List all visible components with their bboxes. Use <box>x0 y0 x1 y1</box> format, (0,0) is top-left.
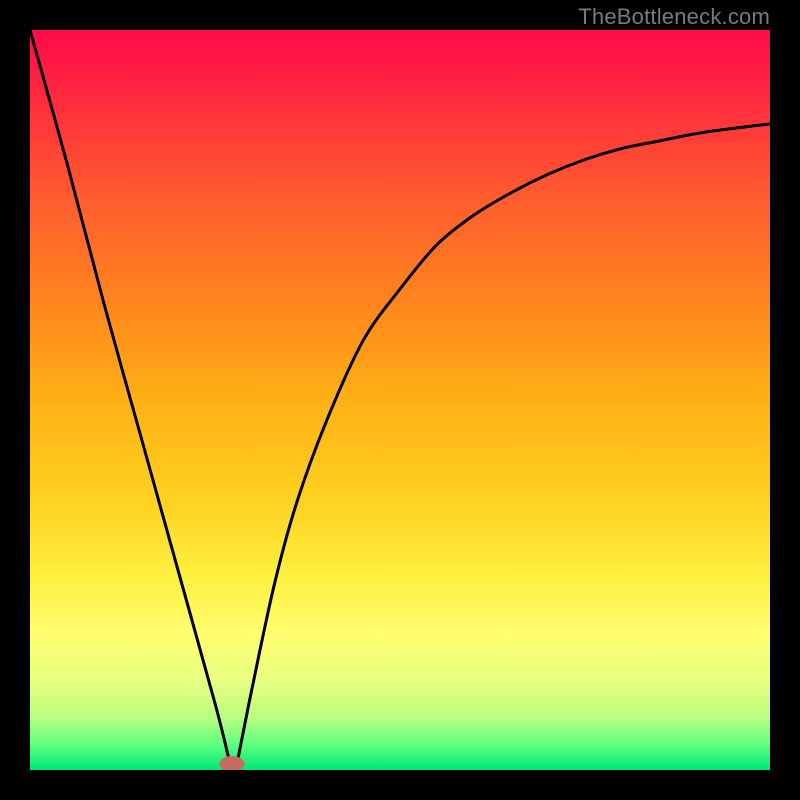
watermark-text: TheBottleneck.com <box>578 4 770 30</box>
bottleneck-chart <box>30 30 770 770</box>
chart-frame <box>0 0 800 800</box>
